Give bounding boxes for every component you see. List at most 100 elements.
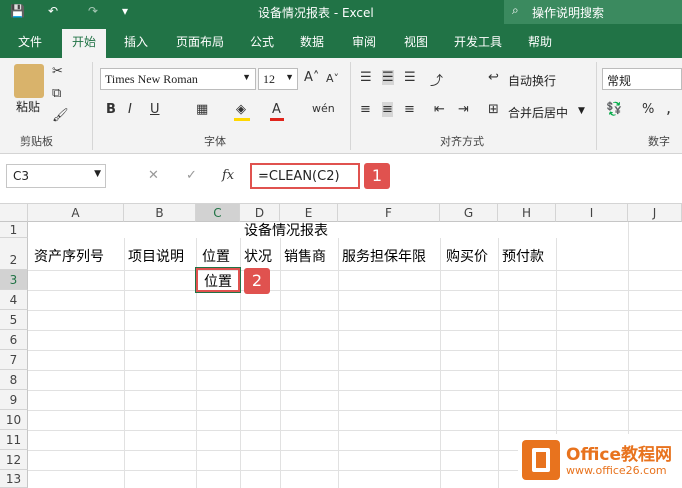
paste-button-label[interactable]: 粘贴 — [16, 98, 40, 115]
row-header[interactable]: 1 — [0, 222, 28, 238]
cancel-icon[interactable]: ✕ — [148, 168, 159, 183]
orientation-icon[interactable]: ⤴ — [430, 70, 443, 89]
paste-icon[interactable] — [14, 64, 44, 98]
borders-icon[interactable]: ▦ — [196, 102, 208, 117]
tab-help[interactable]: 帮助 — [528, 33, 552, 50]
align-center-icon[interactable]: ≡ — [382, 102, 393, 117]
column-header[interactable]: F — [338, 204, 440, 222]
header-cell[interactable]: 销售商 — [284, 246, 326, 266]
currency-icon[interactable]: 💱 — [606, 102, 622, 117]
gridline — [240, 238, 241, 488]
align-bottom-icon[interactable]: ☰ — [404, 70, 416, 85]
formula-input[interactable]: =CLEAN(C2) — [250, 163, 360, 189]
row-header[interactable]: 6 — [0, 330, 28, 350]
row-header[interactable]: 9 — [0, 390, 28, 410]
fill-color-icon[interactable]: ◈ — [236, 102, 246, 117]
callout-badge-1: 1 — [364, 163, 390, 189]
header-cell[interactable]: 资产序列号 — [34, 246, 104, 266]
clipboard-group-label: 剪贴板 — [20, 135, 53, 148]
gridline — [440, 238, 441, 488]
row-header[interactable]: 8 — [0, 370, 28, 390]
row-header[interactable]: 11 — [0, 430, 28, 450]
copy-icon[interactable]: ⧉ — [52, 86, 61, 101]
tab-insert[interactable]: 插入 — [124, 33, 148, 50]
font-size-value: 12 — [263, 72, 275, 86]
gridline — [338, 238, 339, 488]
redo-icon[interactable]: ↷ — [88, 4, 98, 18]
header-cell[interactable]: 预付款 — [502, 246, 544, 266]
bold-button[interactable]: B — [106, 102, 116, 117]
chevron-down-icon[interactable]: ▼ — [578, 106, 585, 116]
header-cell[interactable]: 项目说明 — [128, 246, 184, 266]
search-placeholder: 操作说明搜索 — [532, 6, 605, 20]
gridline — [498, 238, 499, 488]
divider — [350, 62, 351, 150]
column-header[interactable]: A — [28, 204, 124, 222]
row-header[interactable]: 3 — [0, 270, 28, 290]
name-box[interactable]: C3 ▼ — [6, 164, 106, 188]
tell-me-search[interactable]: ⌕ 操作说明搜索 — [504, 0, 682, 24]
phonetic-icon[interactable]: wén — [312, 102, 335, 115]
decrease-font-size-icon[interactable]: A˅ — [326, 72, 339, 85]
align-middle-icon[interactable]: ☰ — [382, 70, 394, 85]
increase-font-size-icon[interactable]: A˄ — [304, 70, 319, 85]
name-box-value: C3 — [13, 169, 30, 183]
gridline — [28, 390, 682, 391]
font-color-icon[interactable]: A — [272, 102, 281, 117]
header-cell[interactable]: 位置 — [202, 246, 230, 266]
column-header[interactable]: H — [498, 204, 556, 222]
selected-cell-c3[interactable]: 位置 — [195, 267, 241, 293]
select-all-corner[interactable] — [0, 204, 28, 222]
row-header[interactable]: 10 — [0, 410, 28, 430]
tab-home[interactable]: 开始 — [62, 29, 107, 58]
row-header[interactable]: 4 — [0, 290, 28, 310]
header-cell[interactable]: 购买价 — [446, 246, 488, 266]
italic-button[interactable]: I — [128, 102, 132, 117]
tab-view[interactable]: 视图 — [404, 33, 428, 50]
row-header[interactable]: 2 — [0, 238, 28, 270]
tab-formulas[interactable]: 公式 — [250, 33, 274, 50]
search-icon: ⌕ — [512, 3, 519, 17]
insert-function-icon[interactable]: fx — [222, 168, 234, 183]
align-right-icon[interactable]: ≡ — [404, 102, 415, 117]
column-header[interactable]: C — [196, 204, 240, 222]
enter-icon[interactable]: ✓ — [186, 168, 197, 183]
cut-icon[interactable]: ✂ — [52, 64, 63, 79]
tab-developer[interactable]: 开发工具 — [454, 33, 502, 50]
align-top-icon[interactable]: ☰ — [360, 70, 372, 85]
font-size-select[interactable]: 12 ▼ — [258, 68, 298, 90]
decrease-indent-icon[interactable]: ⇤ — [434, 102, 445, 117]
wrap-text-icon[interactable]: ↩ — [488, 70, 499, 85]
tab-page-layout[interactable]: 页面布局 — [176, 33, 224, 50]
row-header[interactable]: 5 — [0, 310, 28, 330]
gridline — [28, 330, 682, 331]
divider — [596, 62, 597, 150]
merge-center-icon[interactable]: ⊞ — [488, 102, 499, 117]
row-header[interactable]: 12 — [0, 450, 28, 470]
format-painter-icon[interactable]: 🖌 — [52, 108, 69, 123]
font-name-select[interactable]: Times New Roman ▼ — [100, 68, 256, 90]
merge-center-button[interactable]: 合并后居中 — [508, 104, 568, 121]
header-cell[interactable]: 状况 — [244, 246, 272, 266]
sheet-title-cell[interactable]: 设备情况报表 — [244, 220, 328, 240]
save-icon[interactable]: 💾 — [10, 4, 25, 18]
column-header[interactable]: G — [440, 204, 498, 222]
undo-icon[interactable]: ↶ — [48, 4, 58, 18]
wrap-text-button[interactable]: 自动换行 — [508, 72, 556, 89]
tab-review[interactable]: 审阅 — [352, 33, 376, 50]
column-header[interactable]: J — [628, 204, 682, 222]
tab-file[interactable]: 文件 — [18, 33, 42, 50]
number-format-select[interactable]: 常规 — [602, 68, 682, 90]
percent-button[interactable]: % — [642, 102, 654, 117]
column-header[interactable]: B — [124, 204, 196, 222]
align-left-icon[interactable]: ≡ — [360, 102, 371, 117]
comma-button[interactable]: , — [666, 98, 671, 117]
tab-data[interactable]: 数据 — [300, 33, 324, 50]
row-header[interactable]: 7 — [0, 350, 28, 370]
customize-qat-icon[interactable]: ▾ — [122, 4, 128, 18]
underline-button[interactable]: U — [150, 102, 160, 117]
row-header[interactable]: 13 — [0, 470, 28, 488]
header-cell[interactable]: 服务担保年限 — [342, 246, 426, 266]
column-header[interactable]: I — [556, 204, 628, 222]
increase-indent-icon[interactable]: ⇥ — [458, 102, 469, 117]
